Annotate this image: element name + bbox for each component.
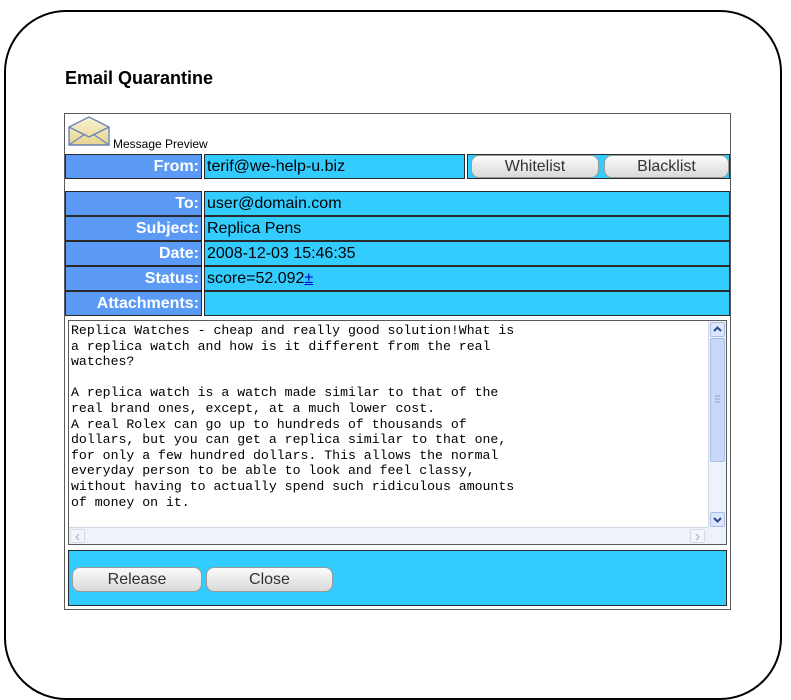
preview-label: Message Preview	[113, 137, 208, 151]
attachments-label: Attachments:	[65, 291, 202, 316]
scroll-left-button[interactable]	[70, 529, 85, 543]
status-value-cell: score=52.092±	[204, 266, 730, 291]
horizontal-scrollbar[interactable]	[69, 527, 708, 544]
chevron-left-icon	[74, 533, 80, 541]
vertical-scrollbar[interactable]	[708, 321, 726, 528]
whitelist-button[interactable]: Whitelist	[471, 155, 599, 178]
blacklist-button[interactable]: Blacklist	[604, 155, 729, 178]
to-value: user@domain.com	[204, 191, 730, 216]
to-row: To: user@domain.com	[65, 191, 730, 216]
chevron-right-icon	[695, 533, 701, 541]
release-button[interactable]: Release	[72, 567, 202, 592]
status-row: Status: score=52.092±	[65, 266, 730, 291]
from-actions: Whitelist Blacklist	[467, 154, 730, 179]
message-body-box[interactable]: Replica Watches - cheap and really good …	[68, 320, 727, 545]
attachments-row: Attachments:	[65, 291, 730, 316]
date-value: 2008-12-03 15:46:35	[204, 241, 730, 266]
chevron-up-icon	[713, 326, 722, 332]
subject-label: Subject:	[65, 216, 202, 241]
date-row: Date: 2008-12-03 15:46:35	[65, 241, 730, 266]
message-panel: Message Preview From: terif@we-help-u.bi…	[64, 113, 731, 610]
grip-icon	[715, 395, 720, 403]
scroll-thumb[interactable]	[710, 338, 725, 462]
scrollbar-corner	[708, 527, 726, 544]
from-value: terif@we-help-u.biz	[204, 154, 465, 179]
envelope-icon	[68, 116, 110, 146]
action-bar: Release Close	[68, 550, 727, 606]
close-button[interactable]: Close	[206, 567, 333, 592]
status-label: Status:	[65, 266, 202, 291]
message-body: Replica Watches - cheap and really good …	[71, 323, 515, 510]
scroll-right-button[interactable]	[690, 529, 705, 543]
scroll-up-button[interactable]	[710, 322, 725, 337]
scroll-down-button[interactable]	[710, 512, 725, 527]
from-label: From:	[65, 154, 202, 179]
date-label: Date:	[65, 241, 202, 266]
preview-header: Message Preview	[65, 114, 730, 154]
status-value: score=52.092	[207, 270, 305, 287]
chevron-down-icon	[713, 517, 722, 523]
status-details-link[interactable]: ±	[304, 270, 313, 287]
attachments-value	[204, 291, 730, 316]
from-row: From: terif@we-help-u.biz Whitelist Blac…	[65, 154, 730, 179]
page-title: Email Quarantine	[65, 68, 214, 88]
subject-row: Subject: Replica Pens	[65, 216, 730, 241]
subject-value: Replica Pens	[204, 216, 730, 241]
to-label: To:	[65, 191, 202, 216]
